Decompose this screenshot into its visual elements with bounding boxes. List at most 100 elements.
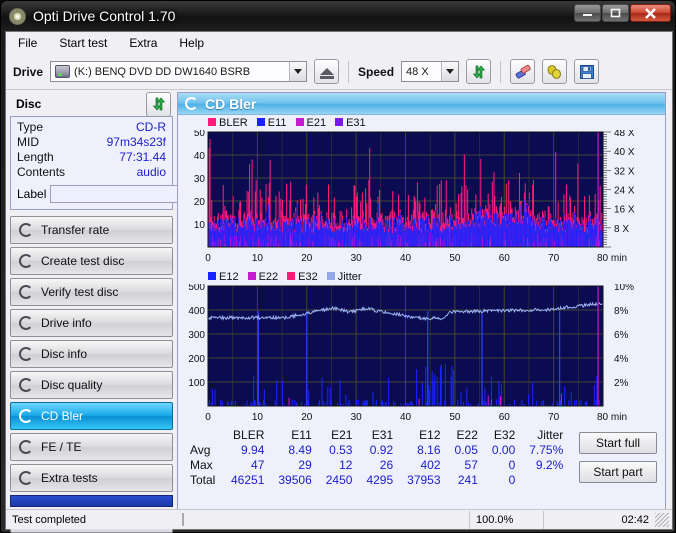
right-pane: CD Bler BLER E11 E21 E31 10 20 30 40 50 … [177,92,666,526]
drive-select[interactable]: (K:) BENQ DVD DD DW1640 BSRB [50,61,308,82]
table-row: Avg 9.94 8.49 0.53 0.92 8.16 0.05 0.00 7… [182,443,570,458]
disc-row-mid: MID 97m34s23f [17,135,166,150]
disc-row-length: Length 77:31.44 [17,150,166,165]
col-e31: E31 [371,428,394,442]
app-icon [9,7,26,25]
chevron-down-icon[interactable] [289,62,307,81]
row-label-avg: Avg [190,443,211,457]
svg-text:500: 500 [188,284,205,293]
sidebar-item-drive-info[interactable]: Drive info [10,309,173,337]
elapsed-time-value: 02:42 [621,513,649,526]
disc-row-contents: Contents audio [17,165,166,180]
minimize-button[interactable] [574,4,601,22]
sidebar-item-extra-tests[interactable]: Extra tests [10,464,173,492]
svg-text:80 min: 80 min [597,253,627,264]
stats-table: BLER E11 E21 E31 E12 E22 E32 Jitter Avg … [182,428,570,488]
start-full-button[interactable]: Start full [579,432,657,454]
refresh-speed-button[interactable] [466,59,492,84]
disc-info-box: Type CD-R MID 97m34s23f Length 77:31.44 … [10,116,254,210]
sidebar-item-disc-quality[interactable]: Disc quality [10,371,173,399]
menu-item-start-test[interactable]: Start test [55,34,111,52]
sidebar-item-label: Disc quality [41,378,103,392]
svg-text:70: 70 [548,253,560,264]
menu-item-extra[interactable]: Extra [125,34,161,52]
settings-button[interactable] [542,59,568,84]
sidebar-item-verify-test-disc[interactable]: Verify test disc [10,278,173,306]
sidebar-item-transfer-rate[interactable]: Transfer rate [10,216,173,244]
speed-select[interactable]: 48 X [401,61,460,82]
legend-swatch [208,272,216,280]
svg-text:20: 20 [194,197,206,208]
status-bar: Test completed 100.0% 02:42 [6,509,672,529]
legend-swatch [295,118,304,126]
menu-item-file[interactable]: File [14,34,41,52]
body: Disc Type CD-R MID 97m34s23f Length 77:3… [6,90,672,533]
cell-total-e31: 4295 [366,473,394,487]
svg-text:40: 40 [400,253,412,264]
sidebar-item-label: Drive info [41,316,92,330]
svg-text:50: 50 [449,412,461,423]
col-jitter: Jitter [537,428,564,442]
svg-text:400: 400 [188,306,205,317]
table-header-row: BLER E11 E21 E31 E12 E22 E32 Jitter [182,428,570,443]
accent-strip [10,495,173,507]
col-e32: E32 [493,428,516,442]
speed-label: Speed [358,64,395,79]
client-area: File Start test Extra Help Drive (K:) BE… [5,31,673,533]
svg-text:40 X: 40 X [614,147,635,158]
sidebar-item-label: Create test disc [41,254,125,268]
save-button[interactable] [574,59,600,84]
svg-text:200: 200 [188,354,205,365]
svg-text:10: 10 [252,253,264,264]
left-pane: Disc Type CD-R MID 97m34s23f Length 77:3… [10,91,254,533]
chevron-down-icon[interactable] [441,62,459,81]
clear-graph-button[interactable] [510,59,536,84]
disc-row-type-key: Type [17,120,44,134]
disc-row-contents-value: audio [136,165,166,179]
toolbar: Drive (K:) BENQ DVD DD DW1640 BSRB Speed… [6,54,672,90]
cell-max-bler: 47 [251,458,265,472]
svg-text:10: 10 [194,220,206,231]
drive-icon [55,65,71,78]
cell-avg-e21: 0.53 [329,443,353,457]
legend-swatch [287,272,296,280]
svg-text:8%: 8% [614,306,629,317]
cell-max-e12: 402 [420,458,441,472]
window-title: Opti Drive Control 1.70 [33,8,176,24]
resize-grip-icon[interactable] [655,512,669,527]
cell-avg-e31: 0.92 [369,443,394,457]
cell-avg-e32: 0.00 [491,443,516,457]
disc-row-mid-key: MID [17,135,39,149]
disc-drive-icon [19,316,33,330]
eject-button[interactable] [314,59,340,84]
sidebar-item-label: Disc info [41,347,88,361]
bottom-chart-svg: 100 200 300 400 500 2% 4% 6% 8% 10% 0 10 20 30 40 50 60 7… [188,284,634,423]
start-part-button[interactable]: Start part [579,461,657,483]
sidebar-item-create-test-disc[interactable]: Create test disc [10,247,173,275]
maximize-button[interactable] [602,4,629,22]
col-e22: E22 [456,428,478,442]
svg-text:40: 40 [400,412,412,423]
cell-avg-e12: 8.16 [417,443,441,457]
close-button[interactable] [630,4,671,22]
disc-label-row: Label [17,183,254,204]
svg-text:100: 100 [188,378,205,389]
sidebar-item-cd-bler[interactable]: CD Bler [10,402,173,430]
cell-total-e21: 2450 [325,473,353,487]
disc-bler-icon [19,409,33,423]
sidebar-item-disc-info[interactable]: Disc info [10,340,173,368]
disc-bler-icon [185,97,198,110]
menu-item-help[interactable]: Help [175,34,208,52]
legend-item-e12: E12 [208,271,239,283]
cell-avg-e11: 8.49 [288,443,312,457]
disc-refresh-button[interactable] [146,91,171,117]
sidebar-item-label: Verify test disc [41,285,119,299]
legend-item-e21: E21 [295,117,326,129]
svg-text:40: 40 [194,151,206,162]
progress-bar [178,511,469,529]
disc-verify-icon [19,285,33,299]
sidebar-item-fe-te[interactable]: FE / TE [10,433,173,461]
elapsed-time: 02:42 [543,510,655,529]
svg-text:60: 60 [499,412,511,423]
svg-text:30: 30 [351,253,363,264]
